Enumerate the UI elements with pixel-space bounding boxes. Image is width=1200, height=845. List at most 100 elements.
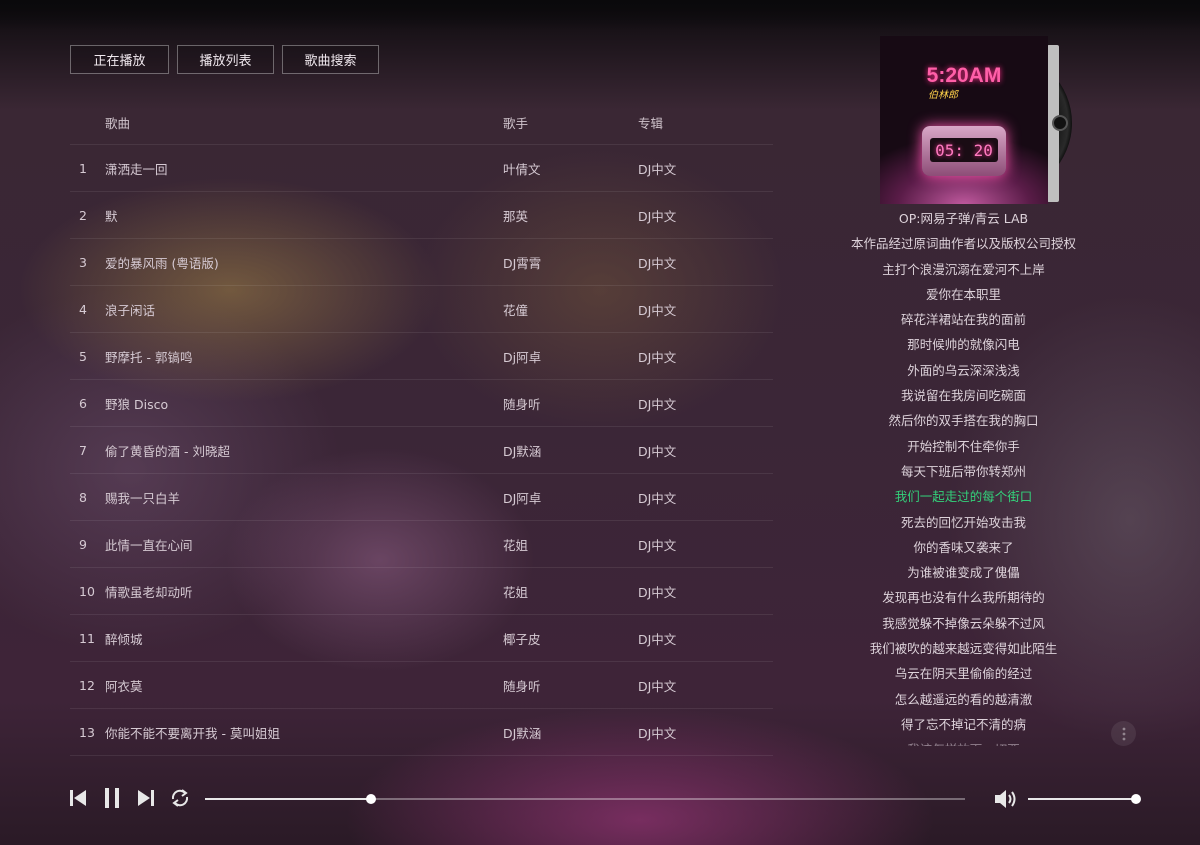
song-album: DJ中文 [638,631,677,647]
song-row[interactable]: 7 偷了黄昏的酒 - 刘晓超 DJ默涵 DJ中文 [70,427,773,474]
song-number: 10 [79,583,95,599]
song-artist: 随身听 [503,396,541,412]
song-title: 你能不能不要离开我 - 莫叫姐姐 [105,725,280,741]
song-row[interactable]: 6 野狼 Disco 随身听 DJ中文 [70,380,773,427]
album-cover: 5:20AM 伯林郎 05: 20 [880,36,1048,204]
song-row[interactable]: 8 赐我一只白羊 DJ阿卓 DJ中文 [70,474,773,521]
song-album: DJ中文 [638,255,677,271]
song-album: DJ中文 [638,490,677,506]
lyric-line: 开始控制不住牵你手 [907,438,1020,454]
song-row[interactable]: 11 醉倾城 椰子皮 DJ中文 [70,615,773,662]
lyric-line: 怎么越遥远的看的越清澈 [894,691,1033,707]
title-bar [0,0,1200,30]
song-artist: 花姐 [503,537,529,553]
song-artist: 花僮 [503,302,529,318]
song-title: 此情一直在心间 [105,537,193,553]
song-number: 4 [79,301,87,317]
song-album: DJ中文 [638,443,677,459]
song-row[interactable]: 3 爱的暴风雨 (粤语版) DJ霄霄 DJ中文 [70,239,773,286]
lyric-line: 为谁被谁变成了傀儡 [907,565,1020,581]
cover-clock: 05: 20 [922,126,1006,176]
lyric-line: 主打个浪漫沉溺在爱河不上岸 [882,261,1045,277]
song-title: 浪子闲话 [105,302,156,318]
cover-clock-display: 05: 20 [930,138,998,162]
tab-playlist[interactable]: 播放列表 [177,45,274,74]
song-row[interactable]: 2 默 那英 DJ中文 [70,192,773,239]
song-artist: Dj阿卓 [503,349,542,365]
lyric-line-current: 我们一起走过的每个街口 [894,489,1033,505]
volume-slider[interactable] [1028,794,1141,804]
more-vertical-icon [1122,727,1125,740]
lyrics-panel[interactable]: OP:网易子弹/青云 LAB 本作品经过原词曲作者以及版权公司授权 主打个浪漫沉溺在… [845,206,1082,746]
next-button[interactable] [134,786,158,810]
song-title: 赐我一只白羊 [105,490,181,506]
song-row[interactable]: 1 潇洒走一回 叶倩文 DJ中文 [70,145,773,192]
disc-spindle [1052,115,1068,131]
pause-icon [105,788,119,808]
previous-button[interactable] [66,786,90,810]
song-title: 默 [105,208,118,224]
lyric-line: 我说留在我房间吃碗面 [900,388,1026,404]
song-row[interactable]: 12 阿衣莫 随身听 DJ中文 [70,662,773,709]
song-row[interactable]: 13 你能不能不要离开我 - 莫叫姐姐 DJ默涵 DJ中文 [70,709,773,756]
song-artist: DJ默涵 [503,725,542,741]
song-title: 潇洒走一回 [105,161,168,177]
song-list: 歌曲 歌手 专辑 1 潇洒走一回 叶倩文 DJ中文 2 默 那英 DJ中文 3 爱的暴风雨 (粤语… [70,100,773,756]
lyric-line: 然后你的双手搭在我的胸口 [888,413,1039,429]
progress-bar[interactable] [205,794,965,804]
song-number: 9 [79,536,87,552]
volume-fill [1028,798,1136,800]
song-artist: 椰子皮 [503,631,541,647]
column-header-artist: 歌手 [503,115,529,131]
song-row[interactable]: 10 情歌虽老却动听 花姐 DJ中文 [70,568,773,615]
song-artist: DJ默涵 [503,443,542,459]
volume-handle[interactable] [1131,794,1141,804]
song-number: 5 [79,348,87,364]
repeat-button[interactable] [168,786,192,810]
song-title: 醉倾城 [105,631,143,647]
song-album: DJ中文 [638,161,677,177]
tab-now-playing[interactable]: 正在播放 [70,45,169,74]
song-row[interactable]: 5 野摩托 - 郭镐鸣 Dj阿卓 DJ中文 [70,333,773,380]
song-artist: 叶倩文 [503,161,541,177]
lyric-line: 你的香味又袭来了 [913,539,1014,555]
song-title: 偷了黄昏的酒 - 刘晓超 [105,443,230,459]
song-title: 阿衣莫 [105,678,143,694]
song-number: 8 [79,489,87,505]
skip-previous-icon [70,790,86,806]
volume-button[interactable] [993,787,1019,811]
more-options-button[interactable] [1111,721,1136,746]
lyric-line: 我们被吹的越来越远变得如此陌生 [869,641,1058,657]
lyric-line: 我感觉躲不掉像云朵躲不过风 [882,615,1045,631]
progress-fill [205,798,371,800]
song-artist: DJ阿卓 [503,490,542,506]
lyric-line: 得了忘不掉记不清的病 [900,716,1026,732]
song-album: DJ中文 [638,208,677,224]
song-row[interactable]: 9 此情一直在心间 花姐 DJ中文 [70,521,773,568]
lyric-line: 我该怎样放下一切西 [845,737,1082,746]
song-list-header: 歌曲 歌手 专辑 [70,100,773,145]
tab-bar: 正在播放 播放列表 歌曲搜索 [70,45,379,74]
song-title: 野摩托 - 郭镐鸣 [105,349,193,365]
song-artist: 随身听 [503,678,541,694]
pause-button[interactable] [100,786,124,810]
song-title: 情歌虽老却动听 [105,584,193,600]
lyric-line: 爱你在本职里 [925,286,1001,302]
song-album: DJ中文 [638,725,677,741]
song-album: DJ中文 [638,349,677,365]
song-row[interactable]: 4 浪子闲话 花僮 DJ中文 [70,286,773,333]
column-header-song: 歌曲 [105,115,131,131]
song-album: DJ中文 [638,678,677,694]
song-number: 12 [79,677,95,693]
song-album: DJ中文 [638,584,677,600]
progress-handle[interactable] [365,794,376,804]
tab-song-search[interactable]: 歌曲搜索 [282,45,379,74]
song-number: 7 [79,442,87,458]
lyric-line: 那时候帅的就像闪电 [907,337,1020,353]
song-title: 爱的暴风雨 (粤语版) [105,255,219,271]
song-artist: 那英 [503,208,529,224]
playback-controls [66,786,192,810]
lyric-line: 死去的回忆开始攻击我 [900,514,1026,530]
volume-icon [995,790,1016,808]
song-number: 11 [79,630,95,646]
